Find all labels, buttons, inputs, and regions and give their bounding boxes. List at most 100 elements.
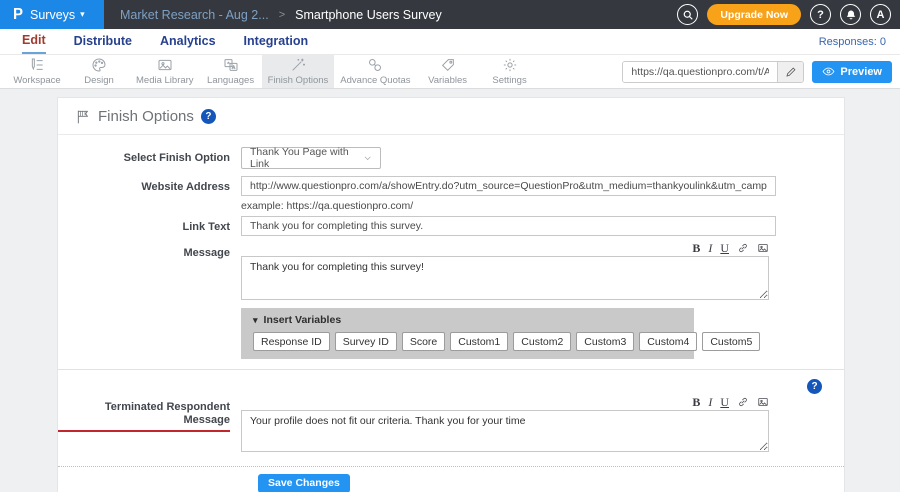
- palette-icon: [91, 57, 107, 73]
- chevron-down-icon: ▾: [80, 9, 85, 20]
- variable-button-response-id[interactable]: Response ID: [253, 332, 330, 351]
- italic-button[interactable]: I: [708, 242, 712, 254]
- variable-button-custom4[interactable]: Custom4: [639, 332, 697, 351]
- variable-button-score[interactable]: Score: [402, 332, 445, 351]
- page-title: Finish Options: [98, 108, 194, 125]
- help-glyph: ?: [817, 9, 824, 21]
- caret-down-icon: ▾: [253, 315, 258, 326]
- breadcrumb-survey-name: Smartphone Users Survey: [295, 8, 442, 22]
- terminated-editor-toolbar: B I U: [241, 396, 769, 408]
- finish-option-select[interactable]: Thank You Page with Link: [241, 147, 381, 169]
- website-address-hint: example: https://qa.questionpro.com/: [241, 200, 844, 212]
- pencil-icon: [785, 66, 797, 78]
- survey-url-input[interactable]: [623, 62, 777, 82]
- magic-wand-icon: [290, 57, 306, 73]
- avatar-letter: A: [877, 9, 885, 21]
- upgrade-now-button[interactable]: Upgrade Now: [707, 4, 801, 25]
- breadcrumb: Market Research - Aug 2... > Smartphone …: [120, 8, 442, 22]
- underline-button[interactable]: U: [720, 396, 729, 408]
- message-label: Message: [58, 242, 241, 260]
- finish-flag-icon: [75, 109, 91, 125]
- variable-button-custom2[interactable]: Custom2: [513, 332, 571, 351]
- search-icon: [682, 9, 694, 21]
- insert-image-icon[interactable]: [757, 242, 769, 254]
- terminated-help-button[interactable]: ?: [807, 379, 822, 394]
- chain-links-icon: [367, 57, 383, 73]
- toolbar-item-advance-quotas[interactable]: Advance Quotas: [334, 55, 416, 88]
- preview-button[interactable]: Preview: [812, 61, 892, 83]
- toolbar-item-label: Languages: [207, 75, 254, 86]
- eye-icon: [822, 65, 835, 78]
- insert-image-icon[interactable]: [757, 396, 769, 408]
- toolbar-item-label: Design: [84, 75, 114, 86]
- variable-button-custom1[interactable]: Custom1: [450, 332, 508, 351]
- edit-toolbar: Workspace Design Media Library Languages…: [0, 55, 900, 89]
- variable-buttons: Response ID Survey ID Score Custom1 Cust…: [253, 332, 682, 351]
- toolbar-item-finish-options[interactable]: Finish Options: [262, 55, 335, 88]
- toolbar-item-label: Settings: [492, 75, 526, 86]
- website-address-input[interactable]: [241, 176, 776, 196]
- tab-integration[interactable]: Integration: [244, 30, 309, 53]
- terminated-message-row: Terminated Respondent Message B I U Your…: [58, 396, 844, 457]
- toolbar-item-languages[interactable]: Languages: [200, 55, 262, 88]
- card-header: Finish Options ?: [58, 98, 844, 135]
- toolbar-item-workspace[interactable]: Workspace: [6, 55, 68, 88]
- toolbar-item-variables[interactable]: Variables: [417, 55, 479, 88]
- message-editor-toolbar: B I U: [241, 242, 769, 254]
- section-divider: [58, 369, 844, 370]
- terminated-message-label: Terminated Respondent Message: [58, 396, 241, 432]
- terminated-message-textarea[interactable]: Your profile does not fit our criteria. …: [241, 410, 769, 452]
- toolbar-item-label: Advance Quotas: [340, 75, 410, 86]
- message-textarea[interactable]: Thank you for completing this survey!: [241, 256, 769, 300]
- insert-variables-panel: ▾ Insert Variables Response ID Survey ID…: [241, 308, 694, 359]
- image-icon: [157, 57, 173, 73]
- tab-edit[interactable]: Edit: [22, 29, 46, 54]
- toolbar-item-media-library[interactable]: Media Library: [130, 55, 200, 88]
- underline-button[interactable]: U: [720, 242, 729, 254]
- breadcrumb-separator: >: [279, 9, 285, 21]
- notifications-button[interactable]: [840, 4, 861, 25]
- toolbar-item-settings[interactable]: Settings: [479, 55, 541, 88]
- link-icon[interactable]: [737, 242, 749, 254]
- bold-button[interactable]: B: [692, 396, 700, 408]
- help-button[interactable]: ?: [810, 4, 831, 25]
- tab-analytics[interactable]: Analytics: [160, 30, 216, 53]
- link-text-label: Link Text: [58, 216, 241, 234]
- finish-options-card: Finish Options ? Select Finish Option Th…: [57, 97, 845, 492]
- variable-button-custom5[interactable]: Custom5: [702, 332, 760, 351]
- bold-button[interactable]: B: [692, 242, 700, 254]
- edit-url-button[interactable]: [777, 62, 803, 82]
- insert-variables-toggle[interactable]: ▾ Insert Variables: [253, 314, 682, 326]
- topbar: P Surveys ▾ Market Research - Aug 2... >…: [0, 0, 900, 29]
- topbar-actions: Upgrade Now ? A: [677, 4, 900, 25]
- search-button[interactable]: [677, 4, 698, 25]
- italic-button[interactable]: I: [708, 396, 712, 408]
- variable-button-custom3[interactable]: Custom3: [576, 332, 634, 351]
- survey-url-group: [622, 61, 804, 83]
- translate-icon: [223, 57, 239, 73]
- bell-icon: [845, 9, 857, 21]
- tab-distribute[interactable]: Distribute: [74, 30, 132, 53]
- responses-count[interactable]: Responses: 0: [819, 36, 892, 48]
- website-address-row: Website Address example: https://qa.ques…: [58, 176, 844, 212]
- breadcrumb-folder[interactable]: Market Research - Aug 2...: [120, 8, 269, 22]
- terminated-help-row: ?: [58, 379, 844, 394]
- toolbar-item-design[interactable]: Design: [68, 55, 130, 88]
- terminated-label-text: Terminated Respondent Message: [58, 401, 230, 432]
- toolbar-item-label: Variables: [428, 75, 467, 86]
- finish-options-help-button[interactable]: ?: [201, 109, 216, 124]
- dashed-divider: [58, 466, 844, 467]
- toolbar-item-label: Workspace: [13, 75, 60, 86]
- variable-button-survey-id[interactable]: Survey ID: [335, 332, 397, 351]
- surveys-menu-label: Surveys: [30, 8, 75, 22]
- link-icon[interactable]: [737, 396, 749, 408]
- preview-label: Preview: [840, 66, 882, 78]
- account-avatar[interactable]: A: [870, 4, 891, 25]
- website-address-label: Website Address: [58, 176, 241, 194]
- tag-icon: [440, 57, 456, 73]
- toolbar-item-label: Finish Options: [268, 75, 329, 86]
- save-changes-button[interactable]: Save Changes: [258, 474, 350, 492]
- surveys-menu[interactable]: P Surveys ▾: [0, 0, 104, 29]
- finish-option-label: Select Finish Option: [58, 147, 241, 165]
- link-text-input[interactable]: [241, 216, 776, 236]
